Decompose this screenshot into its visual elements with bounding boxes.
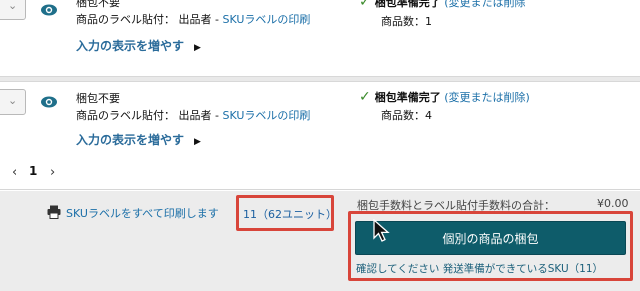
label-prefix: 商品のラベル貼付： [76, 13, 175, 26]
checkmark-icon: ✓ [359, 89, 371, 105]
status-text: 梱包準備完了 [374, 91, 441, 104]
confirm-ready-sku-text: 確認してください 発送準備ができているSKU（11） [356, 263, 604, 275]
label-owner: 出品者 - [178, 109, 223, 122]
show-more-label: 入力の表示を増やす [76, 39, 185, 53]
checkmark-icon: ✓ [359, 0, 371, 10]
unit-count: 11（62ユニット） [243, 208, 337, 221]
label-info: 商品のラベル貼付： 出品者 - SKUラベルの印刷 [76, 107, 310, 123]
item-select-dropdown[interactable]: ⌄ [0, 89, 26, 115]
item-quantity: 商品数：4 [381, 109, 432, 122]
prev-page-icon[interactable]: ‹ [12, 165, 17, 180]
eye-icon[interactable] [40, 3, 58, 17]
sku-label-print-link[interactable]: SKUラベルの印刷 [222, 13, 310, 26]
item-select-dropdown[interactable]: ⌄ [0, 0, 26, 20]
status-line: ✓ 梱包準備完了 (変更または削除 [359, 0, 526, 10]
item-title: 梱包不要 [76, 92, 120, 105]
mouse-cursor-icon [373, 219, 390, 242]
shipment-item-row: ⌄ 梱包不要 商品のラベル貼付： 出品者 - SKUラベルの印刷 入力の表示を増… [0, 82, 640, 154]
pagination: ‹ 1 › [0, 156, 640, 190]
printer-icon[interactable] [47, 205, 61, 219]
show-more-inputs[interactable]: 入力の表示を増やす ▶ [76, 37, 201, 54]
print-all-sku-labels-link[interactable]: SKUラベルをすべて印刷します [66, 205, 219, 221]
current-page[interactable]: 1 [29, 164, 37, 178]
caret-right-icon: ▶ [194, 43, 201, 53]
label-owner: 出品者 - [178, 13, 223, 26]
eye-icon[interactable] [40, 95, 58, 109]
show-more-inputs[interactable]: 入力の表示を増やす ▶ [76, 131, 201, 148]
pack-individual-items-button[interactable]: 個別の商品の梱包 [355, 221, 626, 255]
shipment-item-row: ⌄ 梱包不要 商品のラベル貼付： 出品者 - SKUラベルの印刷 入力の表示を増… [0, 0, 640, 76]
caret-right-icon: ▶ [194, 137, 201, 147]
item-title: 梱包不要 [76, 0, 120, 9]
chevron-down-icon: ⌄ [8, 94, 18, 107]
item-quantity: 商品数：1 [381, 15, 432, 28]
next-page-icon[interactable]: › [50, 165, 55, 180]
edit-or-delete-link[interactable]: (変更または削除 [444, 0, 525, 9]
show-more-label: 入力の表示を増やす [76, 133, 185, 147]
label-prefix: 商品のラベル貼付： [76, 109, 175, 122]
label-info: 商品のラベル貼付： 出品者 - SKUラベルの印刷 [76, 11, 310, 27]
status-text: 梱包準備完了 [374, 0, 441, 9]
chevron-down-icon: ⌄ [8, 0, 18, 12]
status-line: ✓ 梱包準備完了 (変更または削除) [359, 89, 530, 105]
fees-total-amount: ¥0.00 [597, 197, 629, 210]
sku-label-print-link[interactable]: SKUラベルの印刷 [222, 109, 310, 122]
edit-or-delete-link[interactable]: (変更または削除) [444, 91, 530, 104]
